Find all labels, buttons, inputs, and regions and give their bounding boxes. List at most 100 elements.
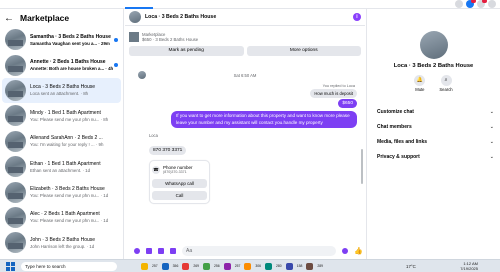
chat-avatar[interactable] <box>129 11 141 23</box>
conversation-name: Allenand SarahAnn · 2 Beds 2 ... <box>30 135 103 142</box>
listing-price-title[interactable]: $650 · 3 Beds 2 Baths House <box>142 37 198 42</box>
search-action[interactable]: ⌕ Search <box>439 75 453 92</box>
more-options-button[interactable]: More options <box>246 46 361 56</box>
taskbar-search-input[interactable]: Type here to search <box>21 261 117 271</box>
conversation-item[interactable]: Mindy · 1 Bed 1 Bath Apartment You: Pleas… <box>2 103 121 128</box>
like-icon[interactable]: 👍 <box>354 247 363 255</box>
mute-action[interactable]: 🔔 Mute <box>414 75 426 92</box>
incoming-message[interactable]: 870 370 3371 <box>149 146 187 155</box>
section-privacy-support[interactable]: Privacy & support ⌄ <box>367 149 500 164</box>
conversation-thumbnail <box>5 130 26 152</box>
notification-badge <box>471 0 476 3</box>
conversation-thumbnail <box>5 54 26 76</box>
menu-icon[interactable] <box>455 0 463 8</box>
conversation-item[interactable]: Loca · 3 Beds 2 Baths House Loca sent an … <box>2 77 121 104</box>
conversation-preview: Ethan sent an attachment. · 1d <box>30 167 91 173</box>
taskbar-badge-count: 280 <box>276 264 282 268</box>
conversation-thumbnail <box>5 79 26 101</box>
list-header: ← Marketplace <box>0 9 123 27</box>
conversation-list: Samantha · 3 Beds 2 Baths House Samantha … <box>0 27 123 256</box>
quoted-message[interactable]: How much is deposit <box>310 89 357 98</box>
conversation-item[interactable]: Ethan · 1 Bed 1 Bath Apartment Ethan sent… <box>2 154 121 179</box>
taskbar-app-icon[interactable] <box>161 262 169 270</box>
chat-info-panel: Loca · 3 Beds 2 Baths House 🔔 Mute ⌕ Sea… <box>366 9 500 259</box>
message-composer: Aa 👍 <box>125 243 365 259</box>
taskbar-app-icon[interactable] <box>306 262 314 270</box>
chat-title[interactable]: Loca · 3 Beds 2 Baths House <box>145 14 216 20</box>
section-customize-chat[interactable]: Customize chat ⌄ <box>367 104 500 119</box>
conversation-list-panel: ← Marketplace Samantha · 3 Beds 2 Baths … <box>0 9 124 259</box>
chevron-down-icon: ⌄ <box>489 108 494 115</box>
phone-card-number: (870)370-3371 <box>163 170 187 174</box>
weather-widget[interactable]: 17°C <box>406 264 416 269</box>
chevron-down-icon: ⌄ <box>489 123 494 130</box>
taskbar-app-icon[interactable] <box>244 262 252 270</box>
conversation-item[interactable]: Elizabeth · 3 Beds 2 Baths House You: Ple… <box>2 179 121 204</box>
system-clock[interactable]: 1:12 AM 7/19/2025 <box>460 261 478 271</box>
conversation-thumbnail <box>5 29 26 51</box>
taskbar-app-icon[interactable] <box>141 262 148 270</box>
unread-indicator <box>114 38 118 42</box>
mic-icon[interactable] <box>134 248 140 254</box>
taskbar-app-icon[interactable] <box>223 262 231 270</box>
conversation-name: Annette · 2 Beds 1 Baths House <box>30 59 106 66</box>
account-avatar[interactable] <box>488 0 496 8</box>
messenger-icon[interactable] <box>466 0 476 8</box>
emoji-icon[interactable] <box>342 248 348 254</box>
mark-as-pending-button[interactable]: Mark as pending <box>129 46 244 56</box>
conversation-thumbnail <box>5 206 26 228</box>
outgoing-message[interactable]: If you want to get more information abou… <box>171 111 357 128</box>
taskbar-badge-count: 356 <box>172 264 179 268</box>
notifications-icon[interactable] <box>477 0 487 8</box>
back-arrow-icon[interactable]: ← <box>4 13 14 24</box>
taskbar-app-icon[interactable] <box>265 262 273 270</box>
taskbar-badge-count: 257 <box>152 264 158 268</box>
taskbar-app-icon[interactable] <box>182 262 190 270</box>
section-label: Media, files and links <box>377 138 428 145</box>
section-label: Customize chat <box>377 108 414 115</box>
taskbar-badge-count: 257 <box>234 264 241 268</box>
gif-icon[interactable] <box>170 248 176 254</box>
conversation-preview: Samantha Vaughan sent you a... · 29m <box>30 40 110 46</box>
phone-number-card: ☎ Phone number (870)370-3371 WhatsApp ca… <box>149 160 210 204</box>
taskbar-badge-count: 256 <box>214 264 220 268</box>
image-icon[interactable] <box>146 248 152 254</box>
profile-name: Loca · 3 Beds 2 Baths House <box>393 63 474 69</box>
conversation-name: Ethan · 1 Bed 1 Bath Apartment <box>30 160 101 167</box>
conversation-name: John · 3 Beds 2 Baths House <box>30 236 96 243</box>
call-button[interactable]: Call <box>152 191 207 200</box>
sender-avatar[interactable] <box>138 71 146 79</box>
message-timestamp: Sat 6:50 AM <box>233 73 257 78</box>
conversation-item[interactable]: John · 3 Beds 2 Baths House John Harrison… <box>2 230 121 255</box>
conversation-thumbnail <box>5 232 26 254</box>
profile-avatar[interactable] <box>419 31 448 59</box>
info-icon[interactable]: i <box>353 13 361 21</box>
message-input[interactable]: Aa <box>182 246 336 256</box>
outgoing-message[interactable]: $650 <box>338 99 357 108</box>
sticker-icon[interactable] <box>158 248 164 254</box>
windows-taskbar: Type here to search 257 356 269 256 257 306 28… <box>0 259 500 272</box>
phone-icon: ☎ <box>152 165 160 174</box>
listing-thumbnail[interactable] <box>129 31 139 42</box>
taskbar-badge-count: 306 <box>255 264 262 268</box>
taskbar-apps: 257 356 269 256 257 306 280 158 289 <box>141 262 324 270</box>
notification-badge <box>482 0 487 3</box>
conversation-item[interactable]: Alec · 2 Beds 1 Bath Apartment You: Pleas… <box>2 205 121 230</box>
conversation-item[interactable]: Annette · 2 Beds 1 Baths House Annette: B… <box>2 52 121 77</box>
replied-label: You replied to Loca <box>322 84 355 88</box>
search-icon[interactable]: ⌕ <box>440 75 452 86</box>
conversation-preview: Loca sent an attachment. · 8h <box>30 91 89 97</box>
mute-label: Mute <box>415 87 425 92</box>
conversation-item[interactable]: Samantha · 3 Beds 2 Baths House Samantha … <box>2 27 121 52</box>
conversation-name: Loca · 3 Beds 2 Baths House <box>30 84 96 91</box>
chat-scrollbar[interactable] <box>361 149 363 184</box>
taskbar-app-icon[interactable] <box>285 262 293 270</box>
bell-icon[interactable]: 🔔 <box>414 75 426 86</box>
windows-start-icon[interactable] <box>6 261 15 271</box>
conversation-item[interactable]: Allenand SarahAnn · 2 Beds 2 ... You: I'm… <box>2 129 121 154</box>
taskbar-badge-count: 289 <box>317 264 324 268</box>
section-media-files-links[interactable]: Media, files and links ⌄ <box>367 134 500 149</box>
section-chat-members[interactable]: Chat members ⌄ <box>367 119 500 134</box>
whatsapp-call-button[interactable]: WhatsApp call <box>152 179 207 188</box>
taskbar-app-icon[interactable] <box>203 262 211 270</box>
